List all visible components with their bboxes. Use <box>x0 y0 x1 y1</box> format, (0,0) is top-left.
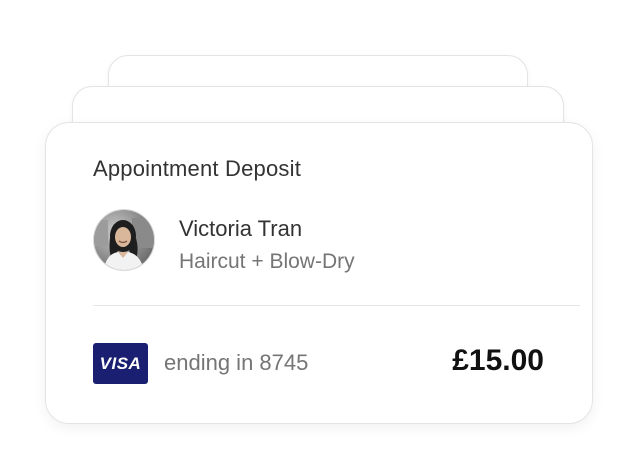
client-avatar <box>93 209 155 271</box>
card-ending-text: ending in 8745 <box>164 350 309 375</box>
divider <box>93 305 580 306</box>
service-name: Haircut + Blow-Dry <box>179 250 355 273</box>
deposit-amount: £15.00 <box>452 344 544 377</box>
card-title: Appointment Deposit <box>93 156 302 181</box>
card-brand-label: VISA <box>99 353 142 373</box>
visa-icon: VISA <box>93 343 148 384</box>
avatar-photo <box>94 210 154 270</box>
deposit-card[interactable]: Appointment Deposit Victoria Tran Haircu… <box>45 122 593 424</box>
client-name: Victoria Tran <box>179 216 303 241</box>
stage: Appointment Deposit Victoria Tran Haircu… <box>0 0 640 471</box>
